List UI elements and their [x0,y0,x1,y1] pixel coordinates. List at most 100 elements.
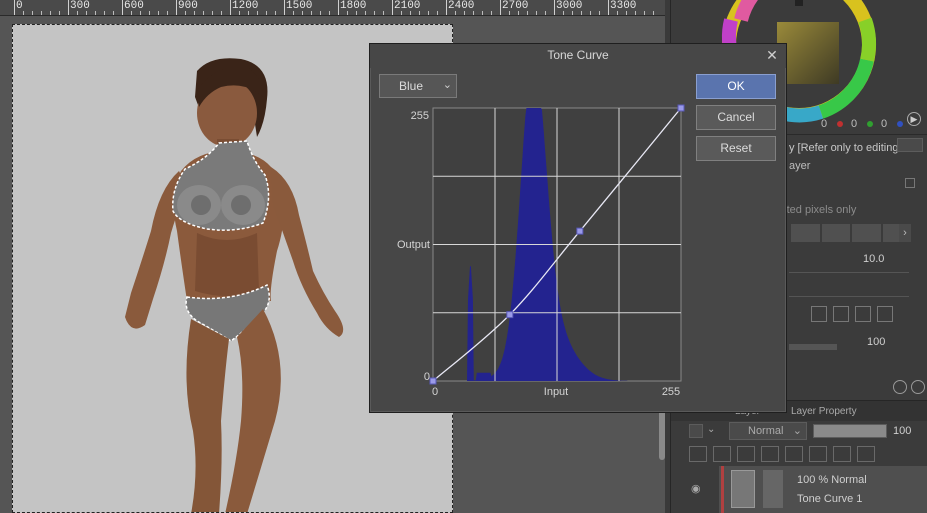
ruler-minor-tick [257,11,258,15]
selected-pixels-text: ected pixels only [775,204,857,216]
ruler-minor-tick [113,11,114,15]
figure-left-leg [186,319,229,512]
ruler-minor-tick [419,11,420,15]
ruler-minor-tick [356,11,357,15]
blend-chevron-icon: ⌄ [792,425,802,437]
ruler-minor-tick [149,11,150,15]
curve-control-point-3[interactable] [677,104,685,112]
ruler-minor-tick [653,11,654,15]
ruler-minor-tick [482,11,483,15]
ruler-minor-tick [527,11,528,15]
ruler-minor-tick [428,11,429,15]
ruler-minor-tick [212,11,213,15]
ruler-minor-tick [86,11,87,15]
opacity-slider[interactable] [813,424,887,438]
ruler-major-tick [554,0,555,15]
layer-tool-icons[interactable] [689,446,919,464]
ruler-minor-tick [194,11,195,15]
layer-checkbox[interactable] [689,424,703,438]
ruler-minor-tick [536,11,537,15]
ruler-minor-tick [248,11,249,15]
ruler-minor-tick [311,11,312,15]
curve-control-point-1[interactable] [506,311,514,319]
x-axis-label: Input [544,386,568,398]
icon-row[interactable] [811,306,911,324]
ruler-minor-tick [140,11,141,15]
clock-icon[interactable] [893,380,907,394]
ruler-minor-tick [266,11,267,15]
ruler-minor-tick [455,11,456,15]
ruler-minor-tick [365,11,366,15]
ruler-minor-tick [347,11,348,15]
chevron-down-icon[interactable]: ⌄ [707,424,717,438]
toggle-strip[interactable] [791,224,911,242]
ruler-minor-tick [95,11,96,15]
y-axis-label: Output [397,239,430,251]
ruler-label: 3300 [610,0,637,12]
ruler-label: 2700 [502,0,529,12]
layer-setting-text: ayer [789,160,811,172]
ruler-major-tick [14,0,15,15]
ruler-minor-tick [104,11,105,15]
ruler-label: 1500 [286,0,313,12]
ruler-minor-tick [410,11,411,15]
ruler-minor-tick [437,11,438,15]
ruler-major-tick [122,0,123,15]
ruler-minor-tick [320,11,321,15]
curve-control-point-0[interactable] [429,377,437,385]
play-icon[interactable]: ▶ [907,112,921,126]
chevron-right-icon[interactable]: › [899,224,911,242]
ruler-minor-tick [329,11,330,15]
ruler-minor-tick [275,11,276,15]
ruler-minor-tick [50,11,51,15]
ruler-minor-tick [545,11,546,15]
ruler-label: 2400 [448,0,475,12]
ruler-label: 2100 [394,0,421,12]
ruler-minor-tick [617,11,618,15]
color-value-g: 0 [851,118,858,130]
ruler-minor-tick [473,11,474,15]
eye-icon[interactable]: ◉ [691,482,703,495]
ruler-label: 3000 [556,0,583,12]
curve-control-point-2[interactable] [576,227,584,235]
layer-item[interactable]: 100 % Normal Tone Curve 1 [719,466,927,513]
ruler-minor-tick [131,11,132,15]
ruler-label: 0 [16,0,23,12]
ruler-minor-tick [293,11,294,15]
ruler-minor-tick [626,11,627,15]
ruler-label: 1800 [340,0,367,12]
ruler-minor-tick [59,11,60,15]
pen-tool-icon[interactable] [897,138,923,152]
ruler-minor-tick [239,11,240,15]
y-min-label: 0 [424,371,430,383]
ruler-major-tick [500,0,501,15]
tone-curve-graph[interactable]: 255 Output 0 0 Input 255 [370,44,786,412]
value-field-2[interactable]: 100 [867,336,885,348]
lock-icon[interactable] [905,178,915,188]
ruler-major-tick [284,0,285,15]
x-min-label: 0 [432,386,438,398]
ruler-minor-tick [599,11,600,15]
blend-mode-value: Normal [748,425,784,437]
ruler-minor-tick [203,11,204,15]
opacity-value[interactable]: 100 [893,425,911,437]
ruler-minor-tick [563,11,564,15]
value-field-1[interactable]: 10.0 [863,253,884,265]
ruler-minor-tick [167,11,168,15]
ruler-minor-tick [635,11,636,15]
blend-mode-select[interactable]: Normal ⌄ [729,422,807,440]
color-value-b: 0 [881,118,888,130]
ruler-minor-tick [581,11,582,15]
ruler-major-tick [176,0,177,15]
figure-right-arm [271,167,344,337]
search-icon[interactable] [911,380,925,394]
ruler-label: 1200 [232,0,259,12]
refer-editing-text: y [Refer only to editing la [789,142,911,154]
ruler-minor-tick [509,11,510,15]
ruler-minor-tick [158,11,159,15]
ruler-minor-tick [383,11,384,15]
red-dot-icon [837,121,843,127]
tab-layer-property[interactable]: Layer Property [791,406,857,417]
ruler-major-tick [230,0,231,15]
ruler-minor-tick [590,11,591,15]
